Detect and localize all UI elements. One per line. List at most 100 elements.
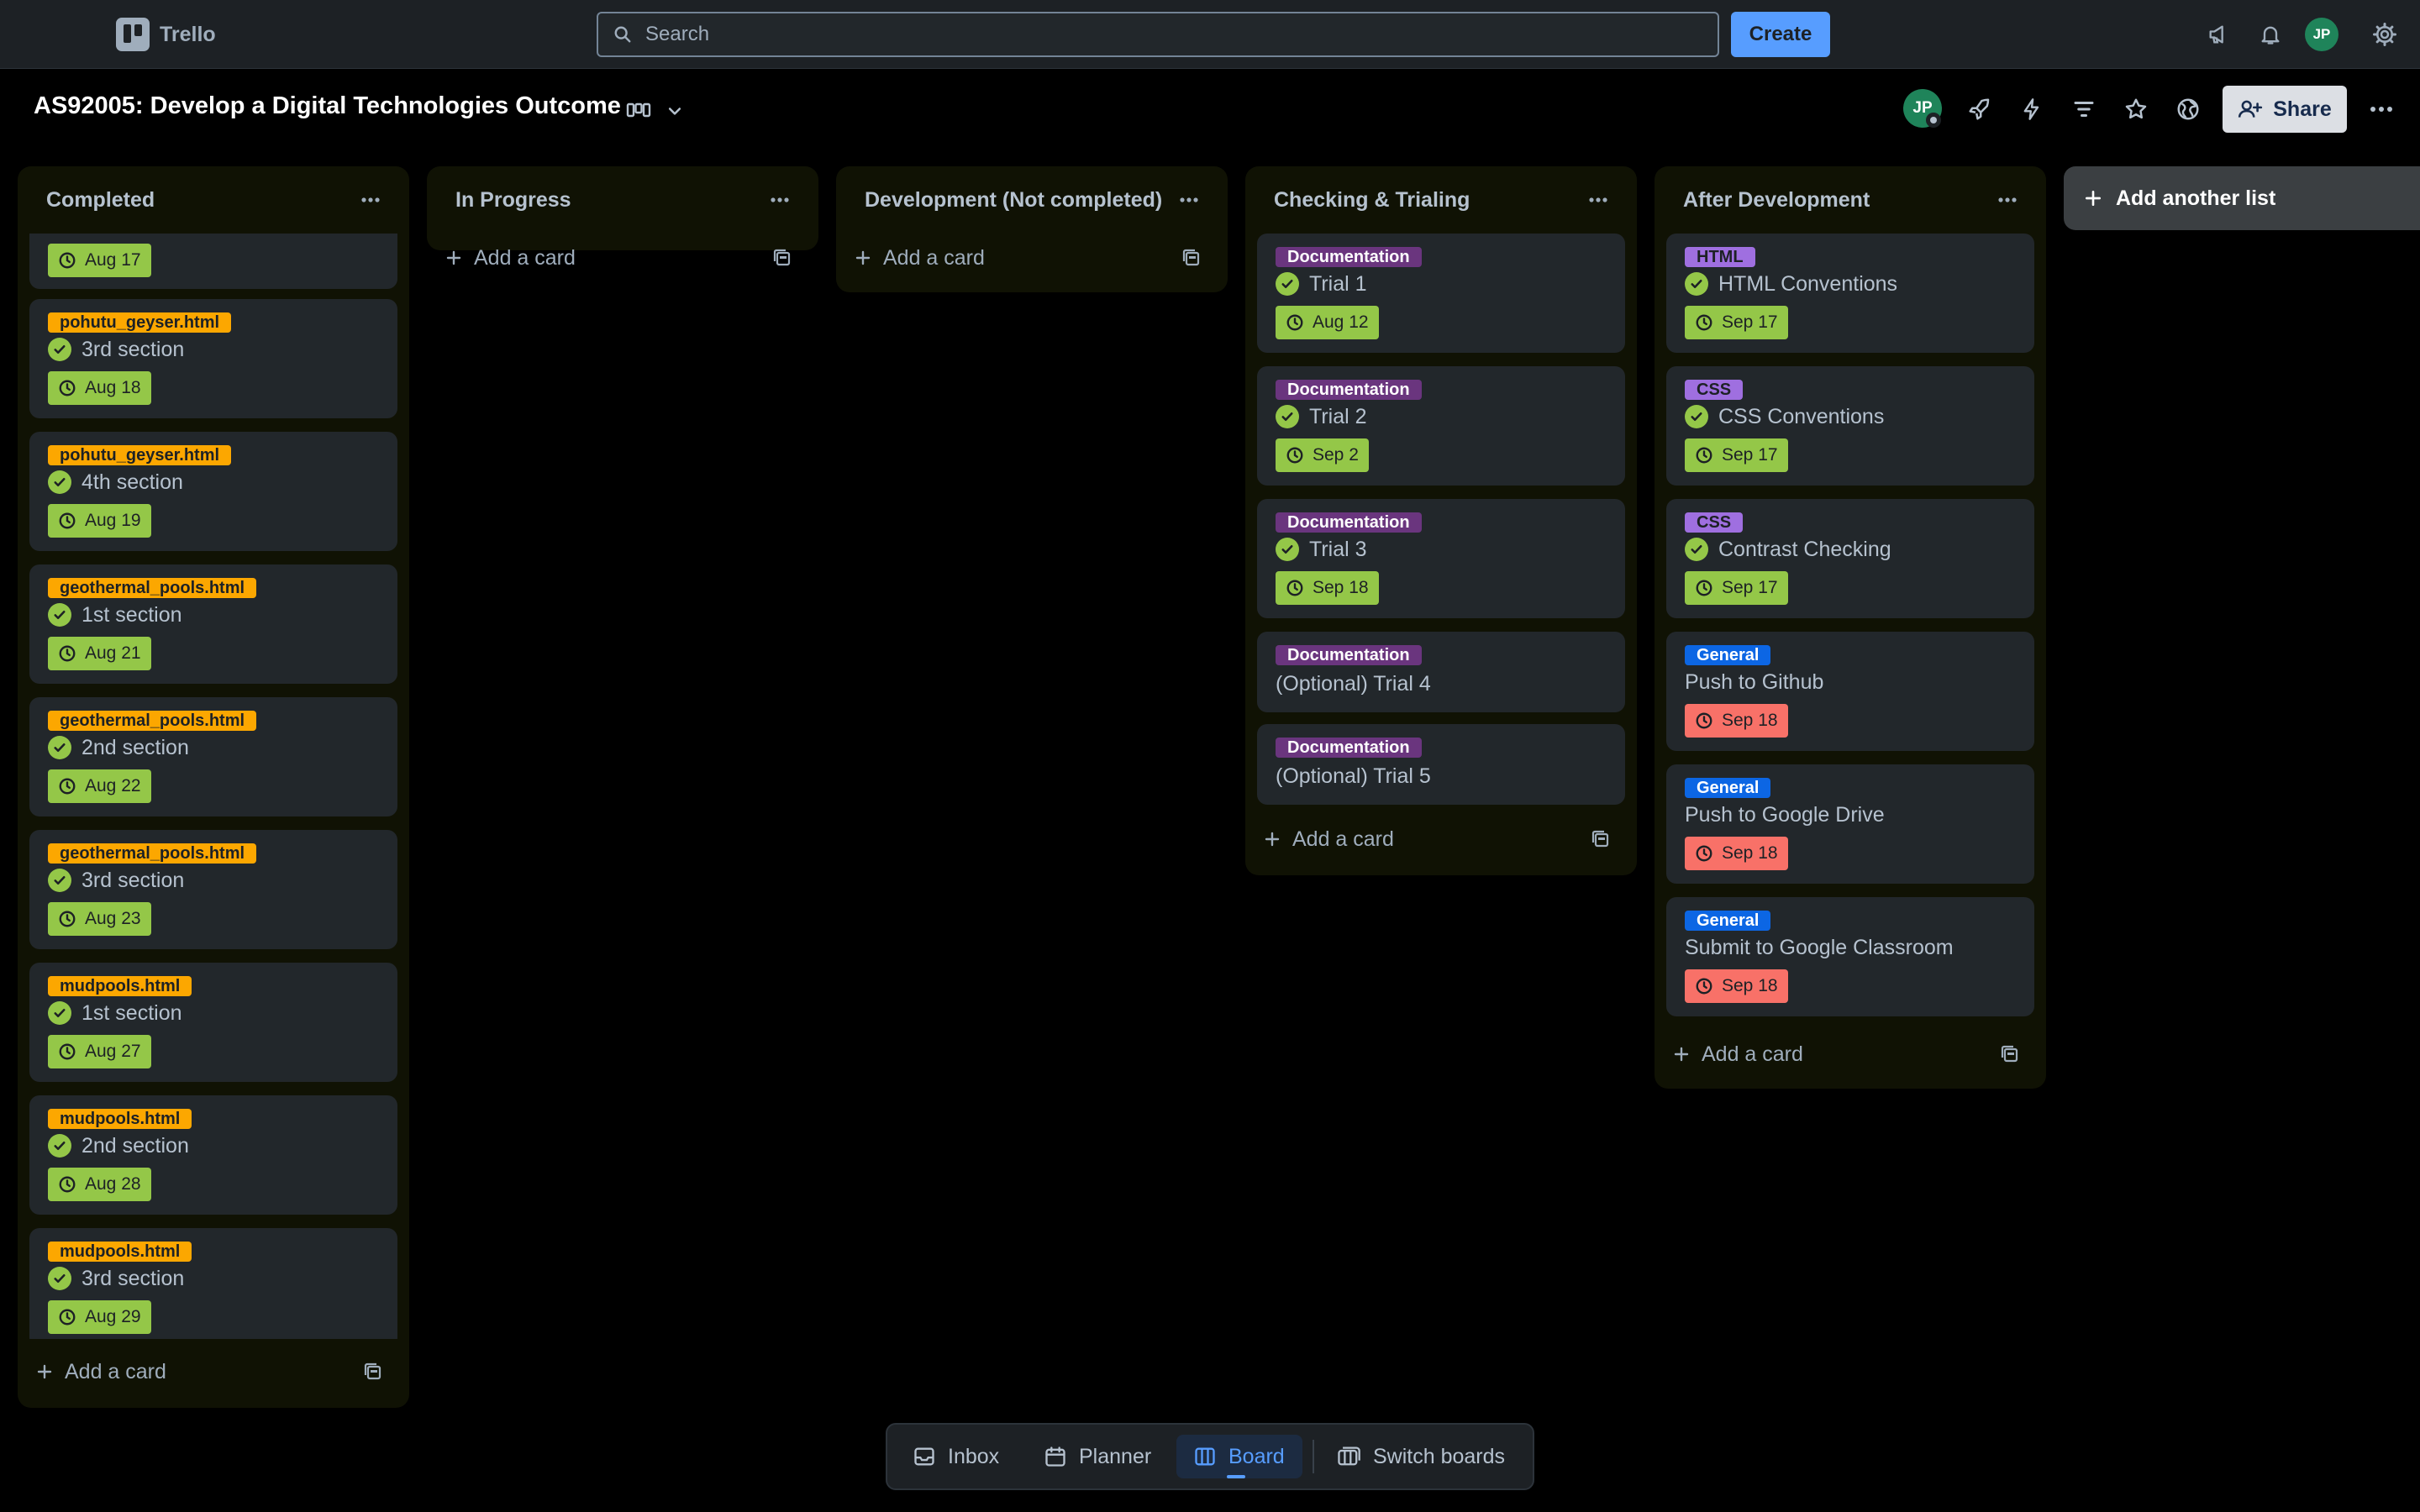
card[interactable]: geothermal_pools.html 1st section Aug 21 (29, 564, 397, 684)
checkmark-complete-icon[interactable] (48, 470, 71, 494)
trello-home-logo[interactable]: Trello (116, 17, 274, 52)
card[interactable]: General Push to Google Drive Sep 18 (1666, 764, 2034, 884)
due-date-badge[interactable]: Sep 17 (1685, 306, 1788, 339)
create-from-template-icon[interactable] (360, 1359, 386, 1384)
card-label[interactable]: geothermal_pools.html (48, 843, 257, 864)
due-date-badge[interactable]: Sep 2 (1276, 438, 1369, 472)
card-label[interactable]: CSS (1685, 512, 1744, 533)
search-box[interactable] (597, 12, 1719, 57)
card[interactable]: mudpools.html 1st section Aug 27 (29, 963, 397, 1082)
power-ups-rocket-icon[interactable] (1963, 92, 1996, 126)
due-date-badge[interactable]: Sep 18 (1276, 571, 1379, 605)
due-date-badge-overdue[interactable]: Sep 18 (1685, 969, 1788, 1003)
list-title[interactable]: Development (Not completed) (865, 188, 1162, 213)
add-card-button[interactable]: Add a card (1673, 1035, 1803, 1074)
board-menu-more-icon[interactable] (2365, 92, 2398, 126)
card[interactable]: geothermal_pools.html 2nd section Aug 22 (29, 697, 397, 816)
card[interactable]: mudpools.html 3rd section Aug 29 (29, 1228, 397, 1339)
list-header[interactable]: Checking & Trialing (1245, 166, 1637, 234)
notifications-bell-icon[interactable] (2255, 19, 2286, 50)
checkmark-complete-icon[interactable] (48, 338, 71, 361)
due-date-badge[interactable]: Aug 18 (48, 371, 151, 405)
card[interactable]: pohutu_geyser.html 3rd section Aug 18 (29, 299, 397, 418)
card-label[interactable]: mudpools.html (48, 976, 192, 996)
create-from-template-icon[interactable] (1997, 1042, 2023, 1067)
checkmark-complete-icon[interactable] (1276, 405, 1299, 428)
due-date-badge[interactable]: Sep 17 (1685, 438, 1788, 472)
add-card-button[interactable]: Add a card (36, 1352, 166, 1391)
due-date-badge-overdue[interactable]: Sep 18 (1685, 704, 1788, 738)
add-card-button[interactable]: Add a card (855, 239, 985, 277)
create-from-template-icon[interactable] (1588, 827, 1613, 852)
card[interactable]: Documentation Trial 2 Sep 2 (1257, 366, 1625, 486)
checkmark-complete-icon[interactable] (1276, 272, 1299, 296)
list-header[interactable]: In Progress (427, 166, 818, 234)
list-header[interactable]: After Development (1655, 166, 2046, 234)
list-title[interactable]: In Progress (455, 188, 571, 213)
board-title[interactable]: AS92005: Develop a Digital Technologies … (34, 92, 621, 120)
card-label[interactable]: mudpools.html (48, 1109, 192, 1129)
megaphone-icon[interactable] (2203, 19, 2233, 50)
due-date-badge[interactable]: Aug 17 (48, 244, 151, 277)
card[interactable]: Documentation (Optional) Trial 4 (1257, 632, 1625, 712)
due-date-badge[interactable]: Aug 12 (1276, 306, 1379, 339)
card-label[interactable]: Documentation (1276, 512, 1422, 533)
checkmark-complete-icon[interactable] (48, 736, 71, 759)
list-menu-more-icon[interactable] (352, 185, 389, 215)
nav-planner[interactable]: Planner (1044, 1435, 1151, 1478)
star-icon[interactable] (2119, 92, 2153, 126)
checkmark-complete-icon[interactable] (48, 1134, 71, 1158)
list-menu-more-icon[interactable] (1580, 185, 1617, 215)
nav-board[interactable]: Board (1176, 1435, 1302, 1478)
share-button[interactable]: Share (2223, 86, 2347, 133)
list-menu-more-icon[interactable] (1989, 185, 2026, 215)
visibility-globe-icon[interactable] (2171, 92, 2205, 126)
list-title[interactable]: Completed (46, 188, 155, 213)
card-label[interactable]: CSS (1685, 380, 1744, 400)
create-from-template-icon[interactable] (1179, 245, 1204, 270)
checkmark-complete-icon[interactable] (1685, 538, 1708, 561)
add-card-button[interactable]: Add a card (1264, 820, 1394, 858)
list-title[interactable]: Checking & Trialing (1274, 188, 1470, 213)
card[interactable]: HTML HTML Conventions Sep 17 (1666, 234, 2034, 353)
search-input[interactable] (644, 22, 1655, 47)
checkmark-complete-icon[interactable] (48, 1001, 71, 1025)
filter-icon[interactable] (2067, 92, 2101, 126)
card-label[interactable]: General (1685, 778, 1771, 798)
card-label[interactable]: Documentation (1276, 738, 1422, 758)
card[interactable]: Documentation (Optional) Trial 5 (1257, 724, 1625, 805)
due-date-badge[interactable]: Sep 17 (1685, 571, 1788, 605)
card[interactable]: CSS Contrast Checking Sep 17 (1666, 499, 2034, 618)
card-label[interactable]: Documentation (1276, 247, 1422, 267)
list-menu-more-icon[interactable] (761, 185, 798, 215)
checkmark-complete-icon[interactable] (1685, 272, 1708, 296)
add-card-button[interactable]: Add a card (445, 239, 576, 277)
due-date-badge[interactable]: Aug 21 (48, 637, 151, 670)
list-title[interactable]: After Development (1683, 188, 1870, 213)
card[interactable]: General Push to Github Sep 18 (1666, 632, 2034, 751)
board-view-switcher[interactable] (626, 92, 693, 129)
card-label[interactable]: Documentation (1276, 380, 1422, 400)
card[interactable]: pohutu_geyser.html 4th section Aug 19 (29, 432, 397, 551)
card-label[interactable]: geothermal_pools.html (48, 711, 257, 731)
card-label[interactable]: geothermal_pools.html (48, 578, 257, 598)
due-date-badge[interactable]: Aug 29 (48, 1300, 151, 1334)
due-date-badge-overdue[interactable]: Sep 18 (1685, 837, 1788, 870)
card[interactable]: CSS CSS Conventions Sep 17 (1666, 366, 2034, 486)
add-another-list-button[interactable]: Add another list (2064, 166, 2420, 230)
card-label[interactable]: General (1685, 911, 1771, 931)
card-label[interactable]: pohutu_geyser.html (48, 445, 232, 465)
card-label[interactable]: General (1685, 645, 1771, 665)
list-menu-more-icon[interactable] (1171, 185, 1207, 215)
list-header[interactable]: Development (Not completed) (836, 166, 1228, 234)
checkmark-complete-icon[interactable] (1276, 538, 1299, 561)
card[interactable]: Documentation Trial 3 Sep 18 (1257, 499, 1625, 618)
card-label[interactable]: mudpools.html (48, 1242, 192, 1262)
settings-gear-icon[interactable] (2370, 19, 2400, 50)
nav-switch-boards[interactable]: Switch boards (1336, 1435, 1505, 1478)
due-date-badge[interactable]: Aug 27 (48, 1035, 151, 1068)
card[interactable]: Documentation Trial 1 Aug 12 (1257, 234, 1625, 353)
due-date-badge[interactable]: Aug 23 (48, 902, 151, 936)
checkmark-complete-icon[interactable] (48, 1267, 71, 1290)
card-label[interactable]: pohutu_geyser.html (48, 312, 232, 333)
